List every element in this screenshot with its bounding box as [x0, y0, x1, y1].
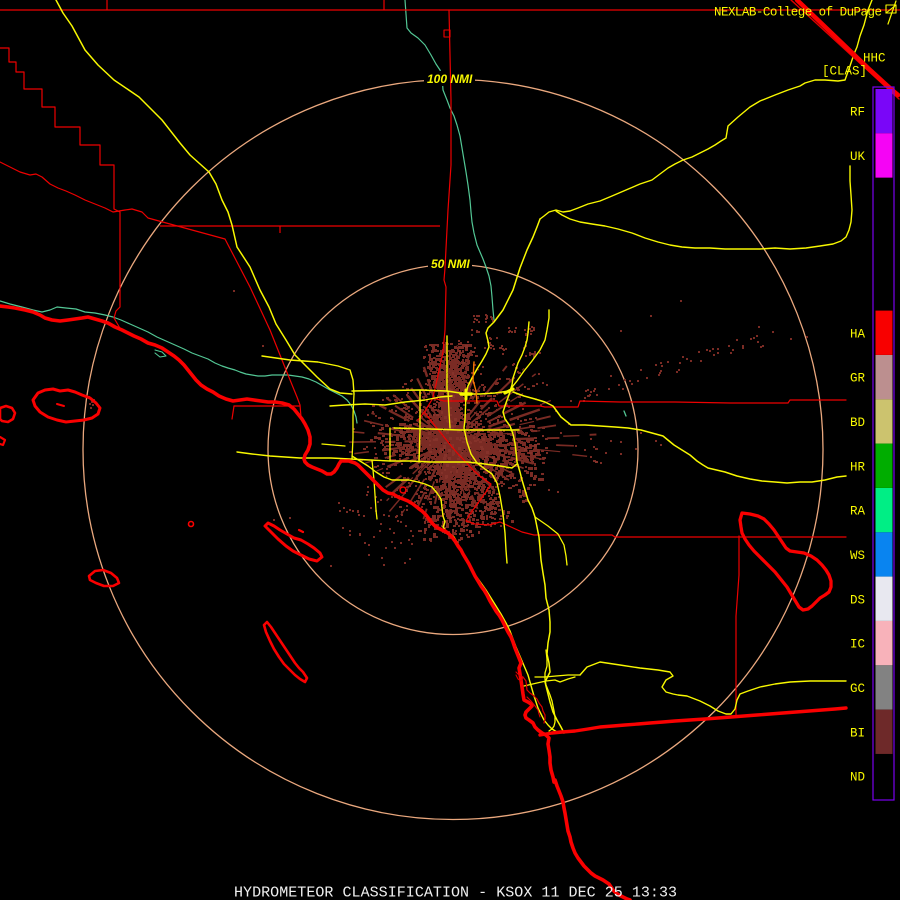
svg-text:[CLAS]: [CLAS] [822, 64, 867, 78]
svg-text:NEXLAB-College of DuPage: NEXLAB-College of DuPage [714, 6, 882, 20]
svg-text:DS: DS [850, 593, 865, 607]
svg-text:GC: GC [850, 682, 865, 696]
svg-text:BI: BI [850, 726, 865, 740]
svg-text:HYDROMETEOR CLASSIFICATION - K: HYDROMETEOR CLASSIFICATION - KSOX 11 DEC… [234, 885, 677, 900]
svg-text:RF: RF [850, 105, 865, 119]
svg-text:ND: ND [850, 771, 865, 785]
svg-text:RA: RA [850, 505, 866, 519]
svg-text:HA: HA [850, 327, 866, 341]
svg-text:IC: IC [850, 638, 865, 652]
svg-text:UK: UK [850, 150, 866, 164]
svg-text:BD: BD [850, 416, 865, 430]
svg-text:WS: WS [850, 549, 865, 563]
svg-text:HHC: HHC [863, 51, 886, 65]
svg-text:GR: GR [850, 372, 866, 386]
svg-text:100 NMI: 100 NMI [427, 72, 473, 86]
svg-text:HR: HR [850, 460, 866, 474]
svg-text:50 NMI: 50 NMI [431, 257, 470, 271]
